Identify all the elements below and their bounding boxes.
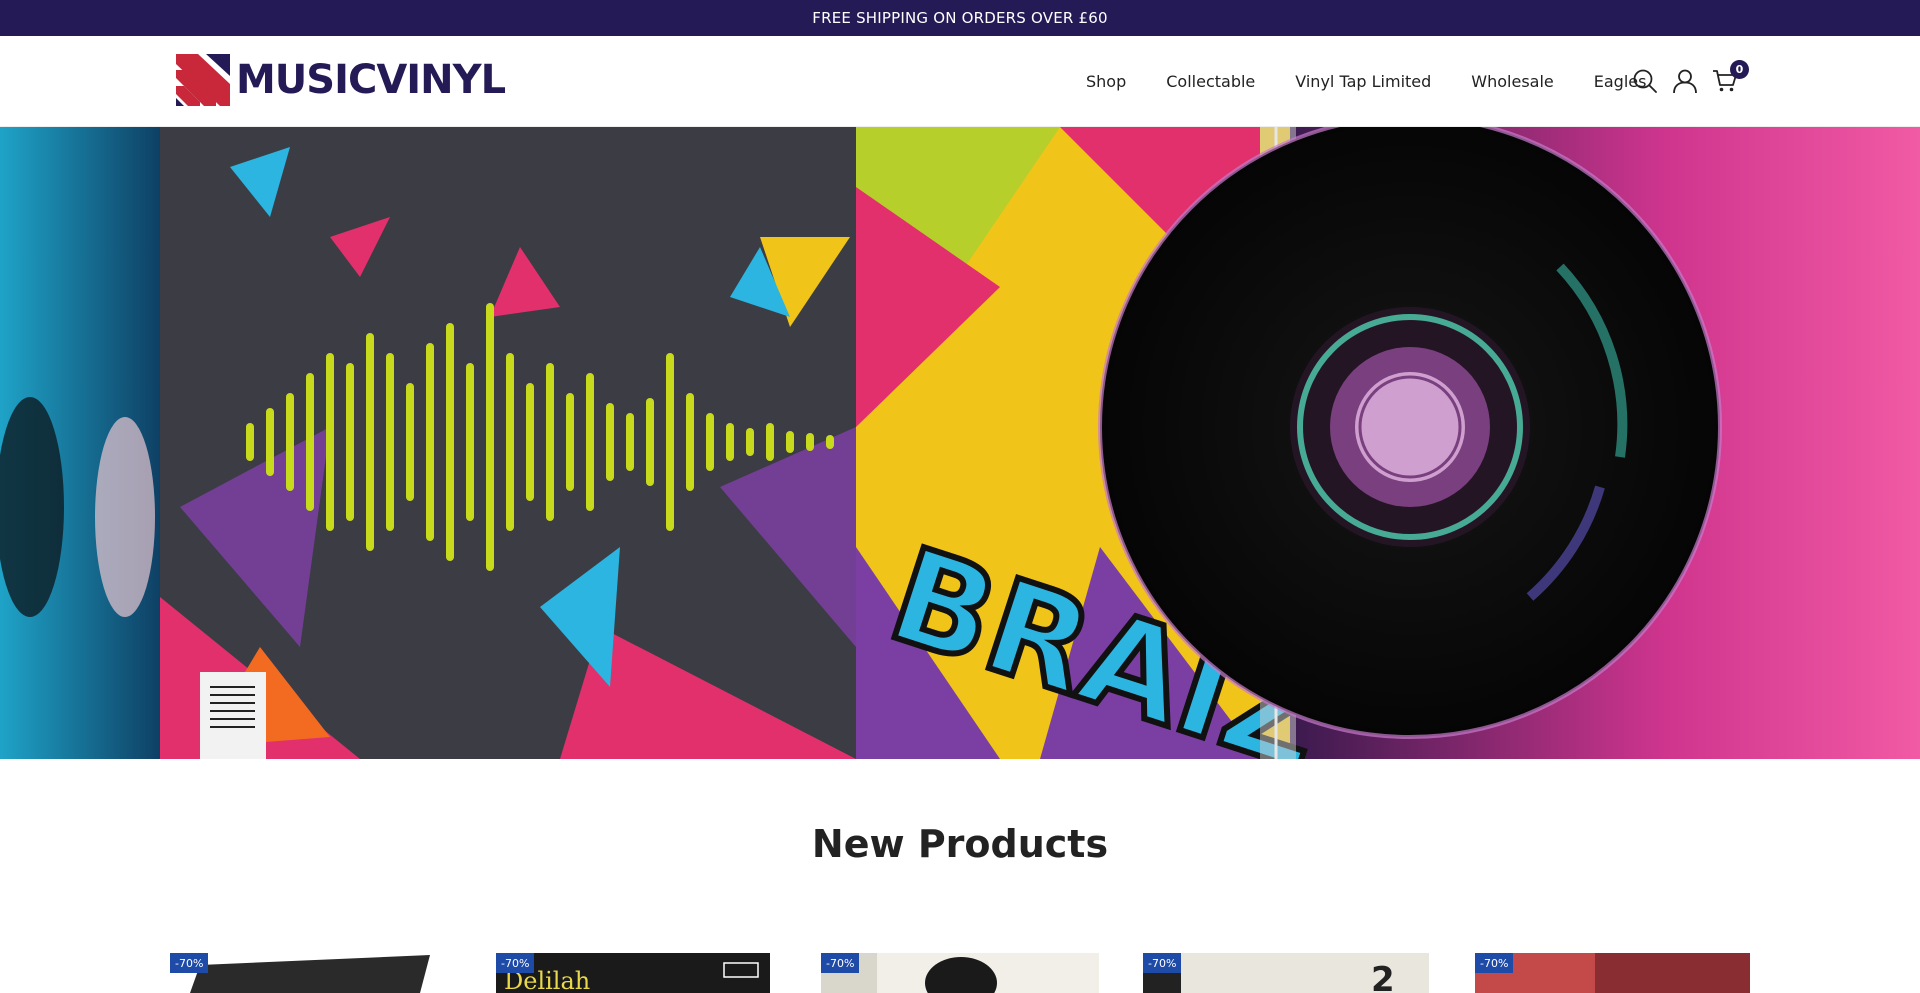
header-icons: 0 — [1630, 60, 1750, 98]
cart-button[interactable]: 0 — [1710, 60, 1749, 96]
user-icon — [1673, 69, 1697, 94]
nav-wholesale[interactable]: Wholesale — [1471, 72, 1553, 91]
product-card[interactable]: -70% Delilah — [496, 952, 770, 993]
discount-badge: -70% — [821, 953, 860, 973]
search-button[interactable] — [1630, 66, 1660, 96]
site-header: MUSICVINYL Shop Collectable Vinyl Tap Li… — [0, 36, 1920, 127]
product-card[interactable]: -70% — [1475, 952, 1750, 993]
account-button[interactable] — [1670, 66, 1700, 96]
hero-image: BRAIZ — [0, 127, 1920, 759]
search-icon — [1633, 69, 1657, 93]
product-grid: -70% -70% Delilah -70% -70% 2 -70% — [170, 952, 1750, 993]
product-image: Delilah — [496, 953, 770, 993]
discount-badge: -70% — [1143, 953, 1182, 973]
discount-badge: -70% — [1475, 953, 1514, 973]
discount-badge: -70% — [496, 953, 535, 973]
hero-banner[interactable]: BRAIZ — [0, 127, 1920, 759]
product-image — [821, 953, 1099, 993]
announcement-text: FREE SHIPPING ON ORDERS OVER £60 — [812, 9, 1108, 27]
product-card[interactable]: -70% — [170, 952, 440, 993]
svg-text:2: 2 — [1371, 960, 1395, 993]
product-image — [1475, 953, 1750, 993]
logo-icon — [176, 54, 230, 106]
section-title-new-products: New Products — [811, 822, 1109, 866]
product-image — [170, 953, 440, 993]
cart-count-badge: 0 — [1730, 60, 1749, 79]
nav-collectable[interactable]: Collectable — [1166, 72, 1255, 91]
product-image: 2 — [1143, 953, 1429, 993]
main-nav: Shop Collectable Vinyl Tap Limited Whole… — [1086, 36, 1686, 127]
announcement-bar: FREE SHIPPING ON ORDERS OVER £60 — [0, 0, 1920, 36]
logo-text: MUSICVINYL — [236, 57, 506, 103]
discount-badge: -70% — [170, 953, 209, 973]
nav-vinyl-tap-limited[interactable]: Vinyl Tap Limited — [1295, 72, 1431, 91]
site-logo[interactable]: MUSICVINYL — [176, 53, 506, 107]
product-card[interactable]: -70% 2 — [1143, 952, 1429, 993]
product-card[interactable]: -70% — [821, 952, 1099, 993]
nav-shop[interactable]: Shop — [1086, 72, 1126, 91]
